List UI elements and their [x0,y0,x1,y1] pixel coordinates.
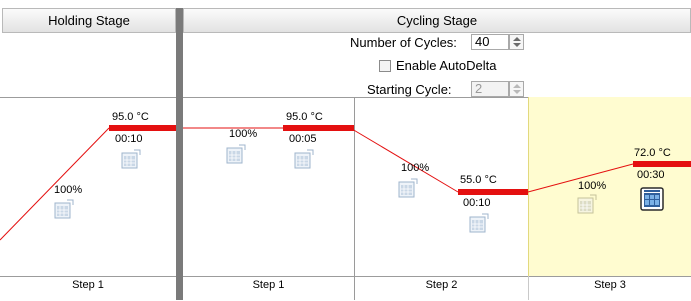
data-collection-icon[interactable] [398,177,420,199]
temperature-label[interactable]: 72.0 °C [634,147,671,159]
data-collection-icon[interactable] [54,198,76,220]
ramp-rate-label[interactable]: 100% [401,162,429,174]
temperature-bar-holding-step1[interactable] [109,125,176,131]
temperature-bar-cycling-step1[interactable] [283,125,354,131]
temperature-label[interactable]: 95.0 °C [286,111,323,123]
data-collection-icon[interactable] [121,148,143,170]
hold-time-label[interactable]: 00:10 [115,133,143,145]
ramp-rate-label[interactable]: 100% [578,180,606,192]
stage-separator-footer [176,276,183,300]
step-label[interactable]: Step 1 [0,279,176,291]
data-collection-icon[interactable] [226,143,248,165]
temperature-label[interactable]: 95.0 °C [112,111,149,123]
ramp-rate-label[interactable]: 100% [54,184,82,196]
hold-time-label[interactable]: 00:10 [463,197,491,209]
step-label[interactable]: Step 1 [183,279,354,291]
step-label[interactable]: Step 2 [355,279,528,291]
step-label[interactable]: Step 3 [529,279,691,291]
ramp-rate-label[interactable]: 100% [229,128,257,140]
hold-time-label[interactable]: 00:30 [637,169,665,181]
temperature-profile-lines [0,127,634,241]
temperature-bar-cycling-step3[interactable] [633,161,691,167]
data-collection-icon[interactable] [577,193,599,215]
temperature-label[interactable]: 55.0 °C [460,174,497,186]
temperature-bar-cycling-step2[interactable] [458,189,528,195]
data-collection-on-icon[interactable] [640,187,666,213]
thermal-profile-editor: Holding Stage Cycling Stage Number of Cy… [0,0,691,301]
data-collection-icon[interactable] [294,148,316,170]
hold-time-label[interactable]: 00:05 [289,133,317,145]
data-collection-icon[interactable] [469,212,491,234]
